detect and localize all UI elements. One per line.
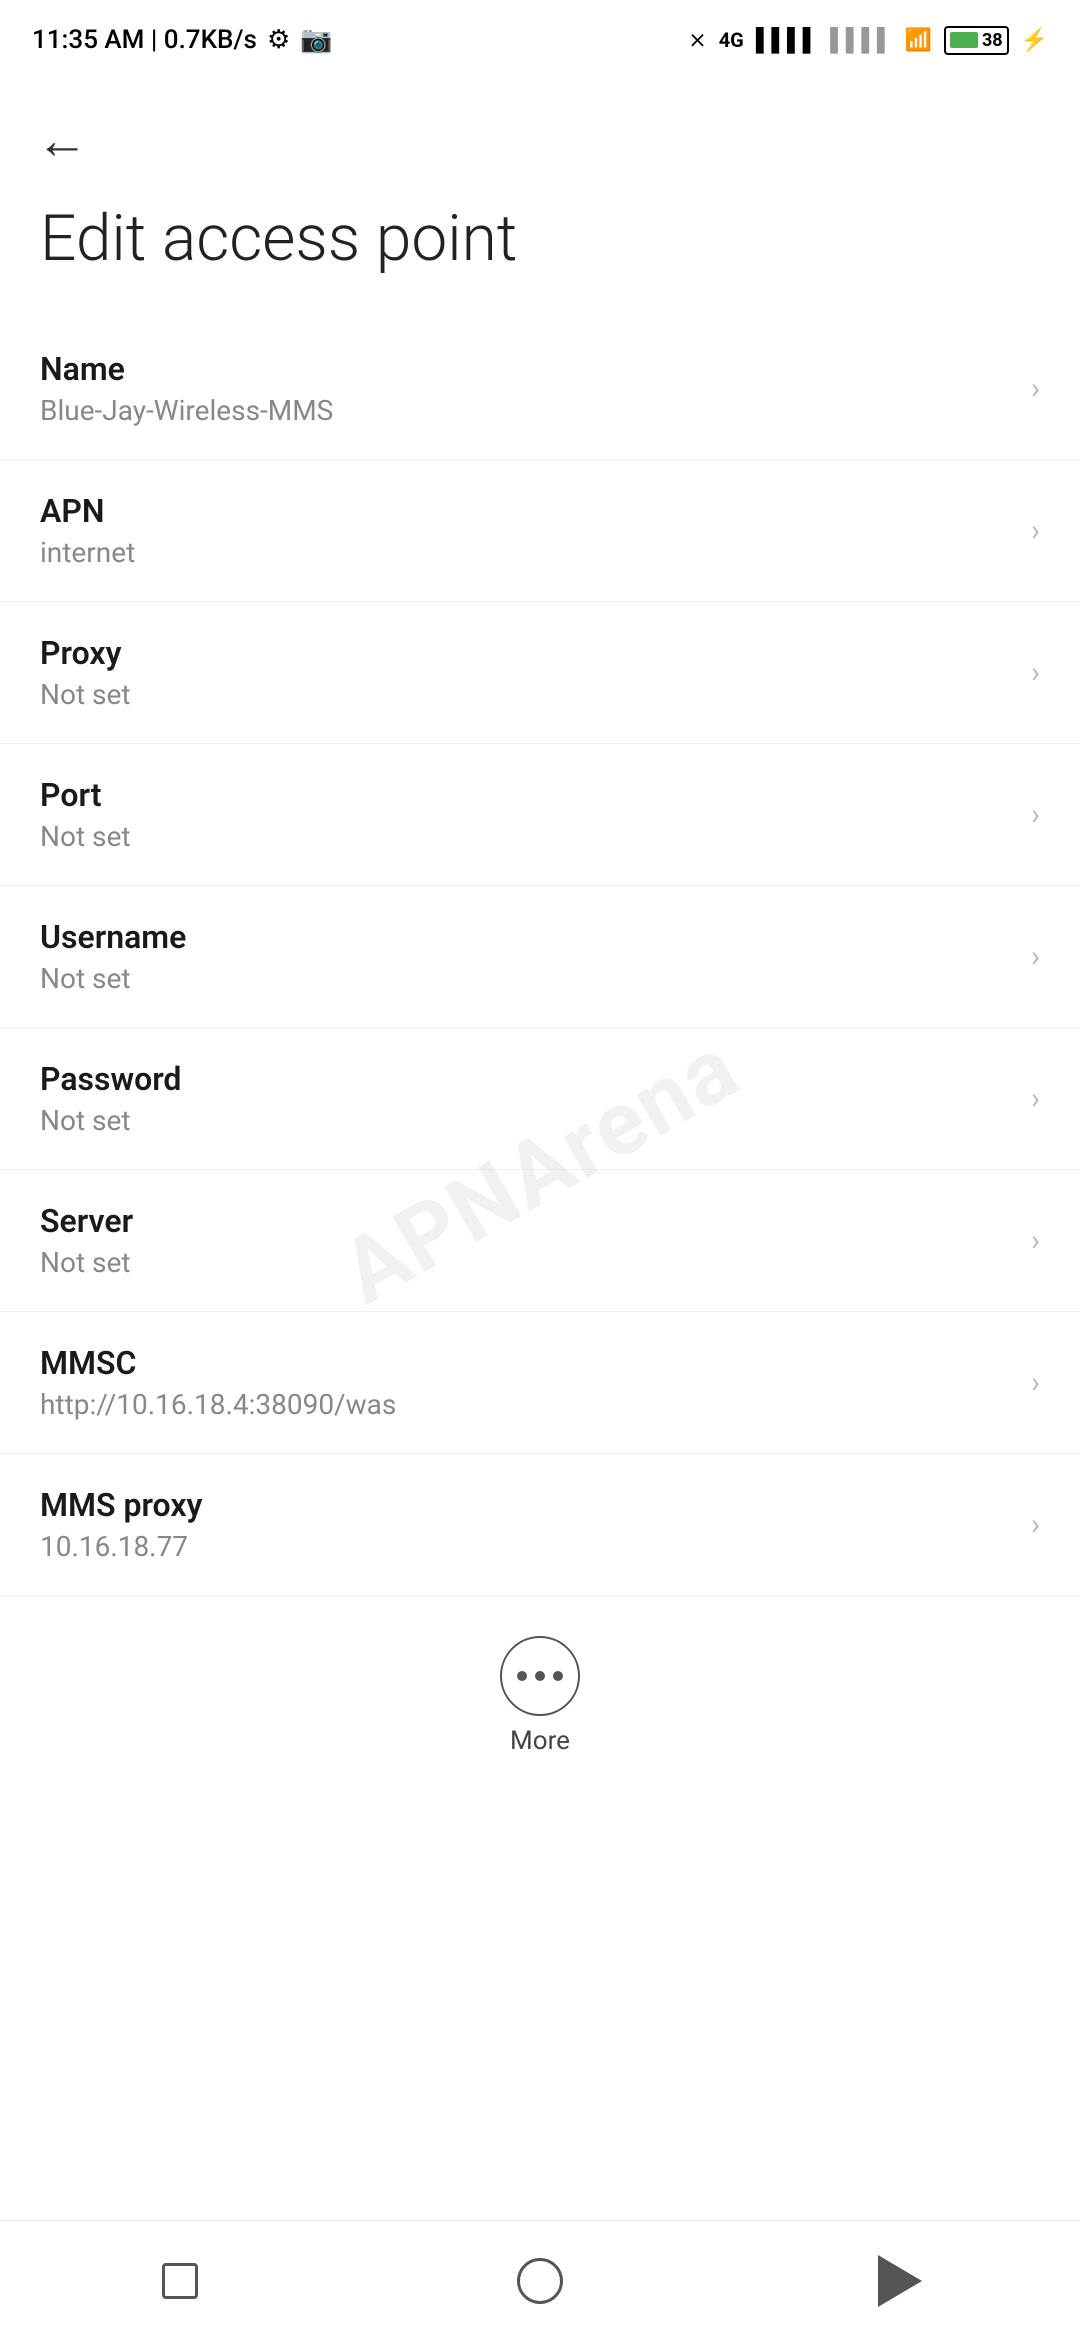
battery-fill: [950, 32, 978, 48]
signal-4g-icon: 4G: [719, 28, 744, 52]
settings-item[interactable]: MMSC http://10.16.18.4:38090/was ›: [0, 1312, 1080, 1454]
chevron-right-icon: ›: [1031, 655, 1040, 690]
settings-item[interactable]: Server Not set ›: [0, 1170, 1080, 1312]
settings-item-value: Blue-Jay-Wireless-MMS: [40, 394, 1011, 427]
settings-item-label: Username: [40, 918, 1011, 956]
settings-item[interactable]: MMS proxy 10.16.18.77 ›: [0, 1454, 1080, 1596]
status-right: ⨯ 4G ▌▌▌▌ ▌▌▌▌ 📶 38 ⚡: [688, 26, 1048, 55]
recent-apps-icon: [162, 2263, 198, 2299]
back-button[interactable]: ←: [0, 80, 1080, 181]
signal-bars-icon: ▌▌▌▌: [756, 27, 818, 53]
settings-item-content: MMS proxy 10.16.18.77: [40, 1486, 1011, 1563]
chevron-right-icon: ›: [1031, 1507, 1040, 1542]
signal-bars2-icon: ▌▌▌▌: [830, 27, 892, 53]
battery-indicator: 38: [944, 26, 1009, 55]
settings-item[interactable]: APN internet ›: [0, 460, 1080, 602]
settings-item-label: MMSC: [40, 1344, 1011, 1382]
settings-item-value: Not set: [40, 678, 1011, 711]
settings-item-content: Name Blue-Jay-Wireless-MMS: [40, 350, 1011, 427]
time-display: 11:35 AM | 0.7KB/s: [32, 25, 257, 55]
settings-item-value: http://10.16.18.4:38090/was: [40, 1388, 1011, 1421]
settings-item-value: Not set: [40, 962, 1011, 995]
settings-item-value: 10.16.18.77: [40, 1530, 1011, 1563]
charging-icon: ⚡: [1021, 28, 1048, 53]
chevron-right-icon: ›: [1031, 513, 1040, 548]
nav-bar: [0, 2220, 1080, 2340]
settings-item[interactable]: Username Not set ›: [0, 886, 1080, 1028]
settings-item-content: Username Not set: [40, 918, 1011, 995]
settings-item-content: Server Not set: [40, 1202, 1011, 1279]
status-left: 11:35 AM | 0.7KB/s ⚙ 📷: [32, 25, 333, 55]
settings-item[interactable]: Proxy Not set ›: [0, 602, 1080, 744]
settings-item-value: Not set: [40, 1104, 1011, 1137]
video-icon: 📷: [300, 25, 332, 55]
nav-back-button[interactable]: [860, 2241, 940, 2321]
settings-item-label: Proxy: [40, 634, 1011, 672]
settings-item-value: internet: [40, 536, 1011, 569]
back-arrow-icon: ←: [36, 110, 88, 171]
settings-item-value: Not set: [40, 820, 1011, 853]
more-section: More: [0, 1596, 1080, 1776]
status-bar: 11:35 AM | 0.7KB/s ⚙ 📷 ⨯ 4G ▌▌▌▌ ▌▌▌▌ 📶 …: [0, 0, 1080, 80]
settings-item-label: Port: [40, 776, 1011, 814]
settings-item[interactable]: Password Not set ›: [0, 1028, 1080, 1170]
settings-item-label: Password: [40, 1060, 1011, 1098]
settings-item[interactable]: Name Blue-Jay-Wireless-MMS ›: [0, 318, 1080, 460]
chevron-right-icon: ›: [1031, 1365, 1040, 1400]
chevron-right-icon: ›: [1031, 797, 1040, 832]
chevron-right-icon: ›: [1031, 1223, 1040, 1258]
settings-item-label: MMS proxy: [40, 1486, 1011, 1524]
settings-item-label: APN: [40, 492, 1011, 530]
wifi-icon: 📶: [905, 28, 932, 53]
page-title: Edit access point: [0, 181, 1080, 318]
back-nav-icon: [878, 2255, 922, 2307]
settings-item-content: APN internet: [40, 492, 1011, 569]
home-icon: [517, 2258, 563, 2304]
battery-percent: 38: [982, 30, 1003, 51]
settings-item[interactable]: Port Not set ›: [0, 744, 1080, 886]
more-button[interactable]: [500, 1636, 580, 1716]
settings-item-value: Not set: [40, 1246, 1011, 1279]
more-dots-icon: [517, 1671, 563, 1681]
chevron-right-icon: ›: [1031, 939, 1040, 974]
settings-item-label: Server: [40, 1202, 1011, 1240]
settings-icon: ⚙: [267, 25, 290, 55]
settings-item-content: Password Not set: [40, 1060, 1011, 1137]
settings-item-content: MMSC http://10.16.18.4:38090/was: [40, 1344, 1011, 1421]
more-label: More: [510, 1726, 570, 1756]
nav-recent-button[interactable]: [140, 2241, 220, 2321]
nav-home-button[interactable]: [500, 2241, 580, 2321]
settings-list: NameBlue-Jay-Wireless-MMS›APNinternet›Pr…: [0, 318, 1080, 1596]
bluetooth-icon: ⨯: [688, 28, 706, 53]
settings-item-content: Proxy Not set: [40, 634, 1011, 711]
chevron-right-icon: ›: [1031, 1081, 1040, 1116]
chevron-right-icon: ›: [1031, 371, 1040, 406]
settings-item-label: Name: [40, 350, 1011, 388]
settings-item-content: Port Not set: [40, 776, 1011, 853]
